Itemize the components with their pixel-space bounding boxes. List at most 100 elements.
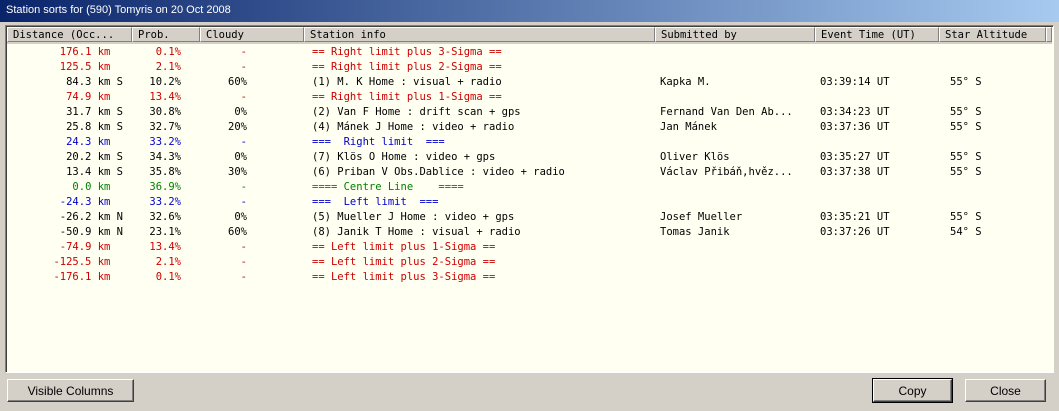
table-row[interactable]: 31.7 km S 30.8% 0% (2) Van F Home : drift s… — [7, 105, 1052, 120]
table-row[interactable]: 13.4 km S 35.8% 30% (6) Priban V Obs.Dablic… — [7, 165, 1052, 180]
cell-star-altitude: 55° S — [950, 151, 982, 163]
cell-event-time — [820, 270, 940, 285]
visible-columns-button[interactable]: Visible Columns — [7, 379, 134, 402]
table-row[interactable]: -24.3 km 33.2% - === Left limit === — [7, 195, 1052, 210]
cell-submitted-by: Fernand Van Den Ab... — [660, 106, 793, 118]
cell-distance: 84.3 km S — [66, 76, 123, 88]
cell-distance: 74.9 km — [66, 91, 123, 103]
copy-button[interactable]: Copy — [872, 378, 953, 403]
cell-prob: 32.6% — [149, 211, 181, 223]
cell-submitted-by: Václav Přibáň,hvěz... — [660, 166, 793, 178]
cell-star-altitude — [950, 255, 1050, 270]
cell-station-info: (5) Mueller J Home : video + gps — [312, 211, 515, 223]
window-titlebar[interactable]: Station sorts for (590) Tomyris on 20 Oc… — [0, 0, 1059, 22]
cell-star-altitude — [950, 270, 1050, 285]
cell-submitted-by — [660, 60, 815, 75]
cell-event-time: 03:39:14 UT — [820, 76, 890, 88]
cell-station-info: (8) Janik T Home : visual + radio — [312, 226, 521, 238]
cell-prob: 33.2% — [149, 196, 181, 208]
cell-station-info: (2) Van F Home : drift scan + gps — [312, 106, 521, 118]
cell-distance: -26.2 km N — [59, 211, 123, 223]
cell-station-info: (1) M. K Home : visual + radio — [312, 76, 502, 88]
table-row[interactable]: 25.8 km S 32.7% 20% (4) Mánek J Home : vide… — [7, 120, 1052, 135]
cell-submitted-by: Tomas Janik — [660, 226, 730, 238]
cell-star-altitude — [950, 135, 1050, 150]
cell-station-info: === Right limit === — [312, 136, 445, 148]
cell-star-altitude: 54° S — [950, 226, 982, 238]
table-row[interactable]: -50.9 km N 23.1% 60% (8) Janik T Home : vis… — [7, 225, 1052, 240]
table-row[interactable]: 176.1 km 0.1% - == Right limit plus 3-Sigm… — [7, 45, 1052, 60]
cell-star-altitude — [950, 240, 1050, 255]
cell-cloudy: 60% — [228, 76, 247, 88]
cell-prob: 0.1% — [155, 46, 181, 58]
cell-event-time — [820, 255, 940, 270]
cell-station-info: == Right limit plus 3-Sigma == — [312, 46, 502, 58]
cell-cloudy: - — [240, 91, 247, 103]
cell-station-info: (6) Priban V Obs.Dablice : video + radio — [312, 166, 565, 178]
cell-event-time — [820, 60, 940, 75]
cell-submitted-by — [660, 195, 815, 210]
column-header-cloudy[interactable]: Cloudy — [200, 27, 304, 42]
cell-prob: 13.4% — [149, 241, 181, 253]
cell-prob: 36.9% — [149, 181, 181, 193]
table-row[interactable]: -26.2 km N 32.6% 0% (5) Mueller J Home : vi… — [7, 210, 1052, 225]
station-list[interactable]: Distance (Occ... Prob. Cloudy Station in… — [5, 25, 1054, 373]
cell-star-altitude — [950, 195, 1050, 210]
cell-distance: -50.9 km N — [59, 226, 123, 238]
cell-distance: 25.8 km S — [66, 121, 123, 133]
table-row[interactable]: 74.9 km 13.4% - == Right limit plus 1-Sigm… — [7, 90, 1052, 105]
cell-star-altitude: 55° S — [950, 76, 982, 88]
cell-cloudy: 0% — [234, 211, 247, 223]
column-header-star-altitude[interactable]: Star Altitude — [939, 27, 1046, 42]
close-button[interactable]: Close — [965, 379, 1046, 402]
cell-prob: 30.8% — [149, 106, 181, 118]
table-row[interactable]: 0.0 km 36.9% - ==== Centre Line ==== — [7, 180, 1052, 195]
window-title: Station sorts for (590) Tomyris on 20 Oc… — [6, 4, 231, 16]
cell-cloudy: 0% — [234, 151, 247, 163]
cell-submitted-by — [660, 270, 815, 285]
table-row[interactable]: -176.1 km 0.1% - == Left limit plus 3-Sigm… — [7, 270, 1052, 285]
table-row[interactable]: 20.2 km S 34.3% 0% (7) Klös O Home : video … — [7, 150, 1052, 165]
cell-prob: 2.1% — [155, 61, 181, 73]
cell-event-time — [820, 180, 940, 195]
cell-prob: 34.3% — [149, 151, 181, 163]
cell-cloudy: 20% — [228, 121, 247, 133]
cell-star-altitude: 55° S — [950, 166, 982, 178]
cell-event-time: 03:34:23 UT — [820, 106, 890, 118]
cell-event-time: 03:37:38 UT — [820, 166, 890, 178]
cell-distance: 176.1 km — [59, 46, 123, 58]
table-row[interactable]: 125.5 km 2.1% - == Right limit plus 2-Sigm… — [7, 60, 1052, 75]
column-header-event-time[interactable]: Event Time (UT) — [815, 27, 939, 42]
cell-event-time — [820, 90, 940, 105]
cell-distance: -24.3 km — [59, 196, 123, 208]
column-header-prob[interactable]: Prob. — [132, 27, 200, 42]
table-row[interactable]: 84.3 km S 10.2% 60% (1) M. K Home : visual … — [7, 75, 1052, 90]
cell-event-time: 03:35:27 UT — [820, 151, 890, 163]
cell-submitted-by — [660, 45, 815, 60]
cell-prob: 32.7% — [149, 121, 181, 133]
cell-submitted-by — [660, 135, 815, 150]
cell-cloudy: - — [240, 181, 247, 193]
column-header-submitted-by[interactable]: Submitted by — [655, 27, 815, 42]
cell-prob: 13.4% — [149, 91, 181, 103]
cell-cloudy: - — [240, 241, 247, 253]
cell-event-time — [820, 240, 940, 255]
cell-distance: 125.5 km — [59, 61, 123, 73]
cell-event-time — [820, 195, 940, 210]
cell-distance: 13.4 km S — [66, 166, 123, 178]
table-row[interactable]: -74.9 km 13.4% - == Left limit plus 1-Sigm… — [7, 240, 1052, 255]
cell-distance: 31.7 km S — [66, 106, 123, 118]
column-header-station-info[interactable]: Station info — [304, 27, 655, 42]
column-header-distance[interactable]: Distance (Occ... — [7, 27, 132, 42]
table-row[interactable]: -125.5 km 2.1% - == Left limit plus 2-Sigm… — [7, 255, 1052, 270]
cell-prob: 10.2% — [149, 76, 181, 88]
cell-star-altitude: 55° S — [950, 121, 982, 133]
cell-prob: 0.1% — [155, 271, 181, 283]
table-row[interactable]: 24.3 km 33.2% - === Right limit === — [7, 135, 1052, 150]
cell-distance: -74.9 km — [59, 241, 123, 253]
cell-star-altitude — [950, 180, 1050, 195]
cell-star-altitude — [950, 45, 1050, 60]
cell-cloudy: - — [240, 46, 247, 58]
cell-star-altitude — [950, 90, 1050, 105]
cell-submitted-by — [660, 90, 815, 105]
